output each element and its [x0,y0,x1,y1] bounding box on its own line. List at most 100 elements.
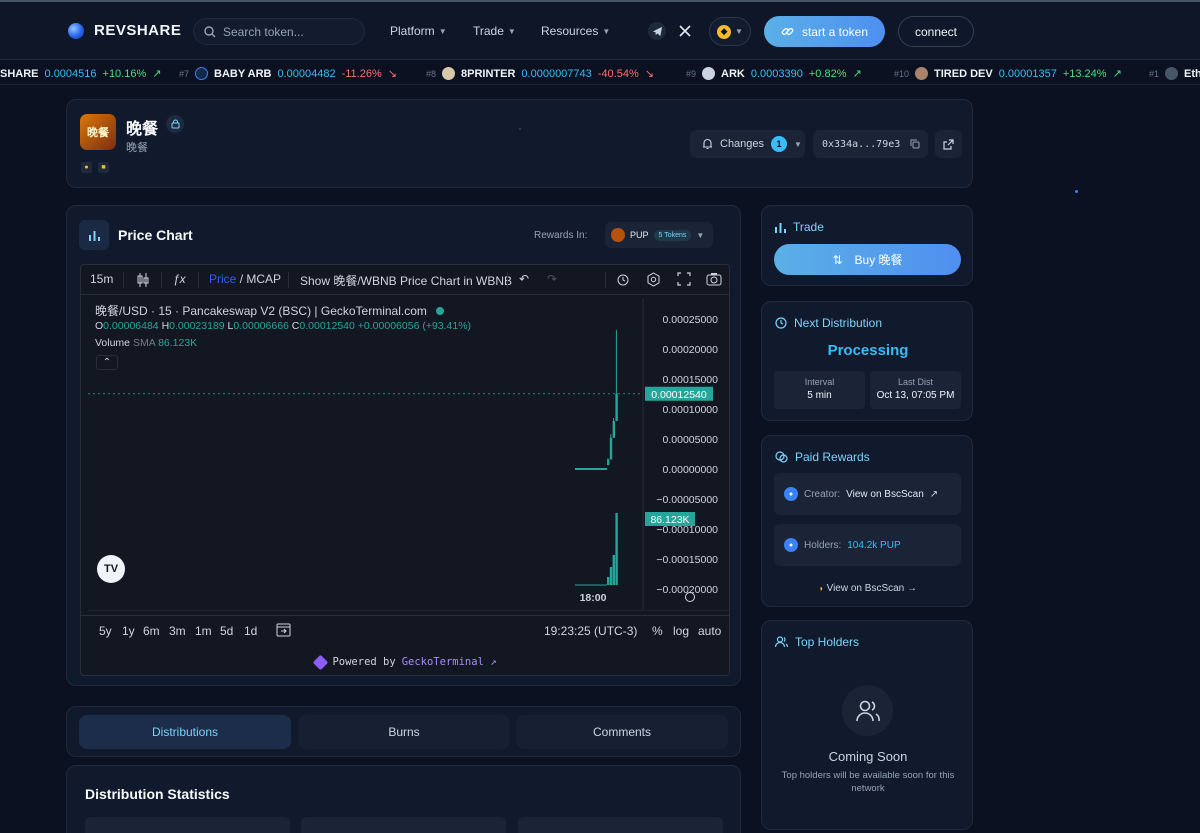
ticker-symbol: ARK [721,67,745,80]
ticker-item[interactable]: SHARE 0.0004516 +10.16% ↗ [0,67,162,81]
chart-plot-area[interactable]: 0.00025000 0.00020000 0.00015000 0.00010000… [81,298,729,612]
price-chart-title: Price Chart [118,227,193,243]
token-image: 晚餐 [80,114,116,150]
date-range-icon[interactable] [276,622,291,640]
pup-token-avatar [611,228,625,242]
tab-distributions[interactable]: Distributions [79,715,291,749]
distribution-statistics-card: Distribution Statistics [66,765,741,833]
interval-value: 5 min [807,390,832,401]
tab-comments[interactable]: Comments [516,715,728,749]
price-option[interactable]: Price [209,272,236,286]
nav-resources[interactable]: Resources ▼ [541,24,610,38]
last-dist-label: Last Dist [897,377,933,387]
percent-scale-toggle[interactable]: % [652,624,663,638]
ticker-item[interactable]: #7 BABY ARB 0.00004482 -11.26% ↘ [179,67,397,80]
range-3m[interactable]: 3m [169,624,186,638]
nav-platform[interactable]: Platform ▼ [390,24,447,38]
coins-icon [775,451,788,463]
external-link-button[interactable] [935,130,962,158]
chevron-down-icon: ▼ [794,139,802,149]
ohlc-low: 0.00006666 [233,320,289,332]
token-header-card: 晚餐 晚餐 晚餐 ● ■ Changes 1 ▼ 0x334a...79e3 [66,99,973,188]
creator-icon: ● [784,487,798,501]
bnb-coin-icon: ◆ [717,24,732,39]
tab-burns[interactable]: Burns [298,715,510,749]
redo-icon[interactable]: ↷ [547,272,557,286]
fullscreen-icon[interactable] [677,272,691,289]
network-selector[interactable]: ◆ ▼ [709,17,751,46]
reward-tokens-pill: 5 Tokens [653,229,692,241]
changes-label: Changes [720,138,765,150]
auto-scale-toggle[interactable]: auto [698,624,721,638]
holders-rewards-row: ● Holders: 104.2k PUP [774,524,961,566]
last-price-tag: 0.00012540 [651,389,707,401]
range-5d[interactable]: 5d [220,624,233,638]
interval-label: Interval [804,377,835,387]
reward-token-selector[interactable]: PUP 5 Tokens ▼ [605,222,713,248]
range-6m[interactable]: 6m [143,624,160,638]
range-5y[interactable]: 5y [99,624,112,638]
view-bscscan-link[interactable]: ◗ View on BscScan → [762,583,974,594]
ticker-item[interactable]: #9 ARK 0.0003390 +0.82% ↗ [686,67,862,80]
top-holders-title: Top Holders [775,635,859,649]
next-distribution-card: Next Distribution Processing Interval 5 … [761,301,973,421]
holders-value: 104.2k PUP [847,539,901,551]
camera-icon[interactable] [706,272,722,289]
candles-icon[interactable] [136,272,150,291]
stat-box [85,817,290,833]
view-bscscan-label: View on BscScan [826,583,905,594]
link-icon [781,28,794,35]
ticker-item[interactable]: #8 8PRINTER 0.0000007743 -40.54% ↘ [426,67,654,80]
ticker-price: 0.0004516 [44,67,97,80]
ticker-item[interactable]: #1 Eth [1149,67,1200,80]
interval-button[interactable]: 15m [90,272,113,286]
copy-icon[interactable] [910,139,920,149]
chevron-down-icon: ▼ [735,27,743,36]
search-input[interactable] [223,24,353,39]
creator-bscscan-link[interactable]: View on BscScan [846,489,924,500]
range-1m[interactable]: 1m [195,624,212,638]
ticker-item[interactable]: #10 TIRED DEV 0.00001357 +13.24% ↗ [894,67,1122,80]
logo[interactable]: REVSHARE [68,22,181,39]
ticker-symbol: SHARE [0,67,39,80]
users-icon [775,636,788,648]
ticker-change: +10.16% [102,67,147,80]
ticker-price: 0.0003390 [750,67,803,80]
nav-trade[interactable]: Trade ▼ [473,24,516,38]
buy-button[interactable]: ⇅ Buy 晚餐 [774,244,961,275]
undo-icon[interactable]: ↶ [519,272,529,286]
chart-legend: 晚餐/USD · 15 · Pancakeswap V2 (BSC) | Gec… [95,302,445,319]
ticker-rank: #7 [179,68,190,79]
changes-button[interactable]: Changes 1 ▼ [690,130,805,158]
toolbar-divider [161,272,162,288]
connect-button[interactable]: connect [898,16,974,47]
trend-up-icon: ↗ [152,68,162,80]
show-wbnb-chart-button[interactable]: Show 晚餐/WBNB Price Chart in WBNB [300,272,512,289]
mcap-option[interactable]: / MCAP [240,272,281,286]
price-mcap-toggle[interactable]: Price / MCAP [209,272,281,286]
x-twitter-icon[interactable] [676,22,694,40]
candle-body [615,393,618,421]
stat-box [301,817,506,833]
geckoterminal-link[interactable]: GeckoTerminal ↗ [402,656,497,668]
contract-address[interactable]: 0x334a...79e3 [813,130,928,158]
settings-gear-icon[interactable] [646,272,661,290]
log-scale-toggle[interactable]: log [673,624,689,638]
interval-stat: Interval 5 min [774,371,865,409]
range-1d[interactable]: 1d [244,624,257,638]
search-box[interactable] [193,18,365,45]
volume-bar [612,555,615,585]
ohlc-readout: O0.00006484 H0.00023189 L0.00006666 C0.0… [95,320,472,332]
chevron-down-icon: ▼ [438,26,447,36]
range-1y[interactable]: 1y [122,624,135,638]
start-token-button[interactable]: start a token [764,16,885,47]
ticker-symbol: Eth [1184,67,1200,80]
x-axis-time-label: 18:00 [580,592,607,604]
external-link-icon[interactable]: ↗ [930,489,938,500]
collapse-legend-button[interactable]: ⌃ [96,355,118,370]
indicators-icon[interactable]: ƒx [173,272,186,286]
logo-text: REVSHARE [94,22,182,39]
alert-icon[interactable] [616,272,631,290]
tradingview-logo-icon[interactable]: TV [97,555,125,583]
telegram-icon[interactable] [648,22,666,40]
